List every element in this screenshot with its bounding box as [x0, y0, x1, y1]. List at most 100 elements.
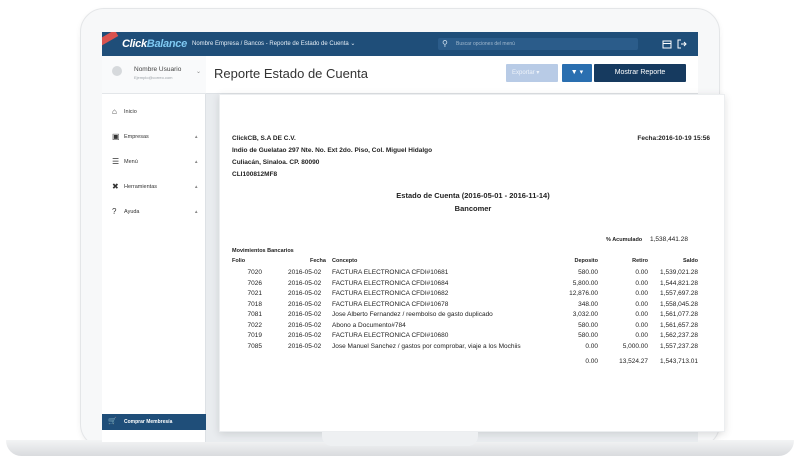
section-title: Movimientos Bancarios	[232, 248, 294, 254]
cell-saldo: 1,562,237.28	[660, 332, 698, 339]
cell-folio: 7085	[247, 342, 262, 350]
report-document: ClickCB, S.A DE C.V. Fecha:2016-10-19 15…	[219, 94, 725, 432]
search-placeholder: Buscar opciones del menú	[456, 41, 515, 47]
cell-deposito: 0.00	[585, 342, 598, 350]
search-icon: ⚲	[442, 39, 448, 48]
company-name: ClickCB, S.A DE C.V.	[232, 135, 296, 142]
chevron-up-icon: ▲	[194, 209, 199, 214]
col-retiro: Retiro	[632, 258, 648, 264]
briefcase-icon: ▣	[112, 132, 120, 141]
col-folio: Folio	[232, 258, 246, 264]
logout-icon[interactable]	[677, 39, 687, 49]
cell-retiro: 0.00	[635, 300, 648, 308]
cell-retiro: 0.00	[635, 279, 648, 287]
cell-deposito: 348.00	[578, 300, 598, 308]
cell-saldo: 1,561,077.28	[660, 311, 698, 318]
bank-name: Bancomer	[454, 204, 492, 213]
tools-icon: ✖	[112, 182, 119, 191]
cell-deposito: 5,800.00	[572, 279, 598, 287]
logo-balance: Balance	[146, 38, 187, 50]
chevron-down-icon[interactable]: ⌄	[196, 68, 201, 75]
cell-saldo: 1,539,021.28	[660, 269, 698, 276]
app-logo[interactable]: ClickBalance	[122, 38, 187, 50]
cell-deposito: 580.00	[578, 321, 598, 329]
cell-fecha: 2016-05-02	[288, 332, 322, 339]
total-retiro: 13,524.27	[619, 358, 648, 365]
sidebar-item-label: Empresas	[124, 134, 149, 140]
report-date: Fecha:2016-10-19 15:56	[637, 135, 710, 142]
cell-retiro: 0.00	[635, 332, 648, 339]
cell-concepto: FACTURA ELECTRONICA CFDI#10678	[332, 300, 449, 308]
cell-retiro: 0.00	[635, 311, 648, 318]
sidebar-item-label: Inicio	[124, 109, 137, 115]
page-header: Reporte Estado de Cuenta Exportar ▾ ▼ ▾ …	[206, 56, 698, 94]
cell-folio: 7022	[247, 321, 262, 329]
sidebar-item-herramientas[interactable]: ✖ Herramientas ▲	[102, 179, 206, 195]
col-concepto: Concepto	[332, 258, 358, 264]
buy-membership-button[interactable]: 🛒 Comprar Membresía	[102, 414, 206, 430]
home-icon: ⌂	[112, 107, 117, 116]
cell-folio: 7081	[247, 311, 262, 318]
help-icon: ?	[112, 207, 117, 216]
menu-icon: ☰	[112, 157, 120, 166]
logo-click: Click	[122, 38, 147, 50]
avatar	[112, 66, 122, 76]
cell-fecha: 2016-05-02	[288, 269, 322, 276]
user-panel[interactable]: Nombre Usuario Ejemplo@correo.com ⌄	[102, 56, 206, 94]
cell-saldo: 1,557,237.28	[660, 342, 698, 350]
cell-deposito: 580.00	[578, 332, 598, 339]
col-deposito: Deposito	[574, 258, 598, 264]
sidebar-item-empresas[interactable]: ▣ Empresas ▲	[102, 129, 206, 145]
user-email: Ejemplo@correo.com	[134, 75, 173, 80]
company-address-2: Culiacán, Sinaloa. CP. 80090	[232, 159, 320, 166]
statement-title: Estado de Cuenta (2016-05-01 - 2016-11-1…	[396, 191, 550, 200]
cell-saldo: 1,558,045.28	[660, 300, 698, 308]
cell-folio: 7021	[247, 290, 262, 297]
sidebar: Nombre Usuario Ejemplo@correo.com ⌄ ⌂ In…	[102, 56, 206, 442]
sidebar-item-label: Ayuda	[124, 209, 140, 215]
total-saldo: 1,543,713.01	[660, 358, 698, 365]
sidebar-item-inicio[interactable]: ⌂ Inicio	[102, 104, 206, 120]
cell-deposito: 580.00	[578, 269, 598, 276]
sidebar-item-menu[interactable]: ☰ Menú ▲	[102, 154, 206, 170]
col-fecha: Fecha	[310, 258, 326, 264]
cell-fecha: 2016-05-02	[288, 311, 322, 318]
cell-concepto: FACTURA ELECTRONICA CFDI#10684	[332, 279, 449, 287]
cell-retiro: 0.00	[635, 321, 648, 329]
buy-membership-label: Comprar Membresía	[124, 419, 173, 425]
user-name: Nombre Usuario	[134, 66, 182, 73]
cell-fecha: 2016-05-02	[288, 300, 322, 308]
cell-concepto: FACTURA ELECTRONICA CFDI#10682	[332, 290, 449, 297]
filter-button[interactable]: ▼ ▾	[562, 64, 592, 82]
total-deposito: 0.00	[585, 358, 598, 365]
acumulado-label: % Acumulado	[606, 237, 643, 243]
cell-folio: 7020	[247, 269, 262, 276]
breadcrumb[interactable]: Nombre Empresa / Bancos - Reporte de Est…	[192, 40, 355, 47]
cell-fecha: 2016-05-02	[288, 279, 322, 287]
search-input[interactable]: ⚲ Buscar opciones del menú	[438, 38, 638, 50]
company-address-1: Indio de Guelatao 297 Nte. No. Ext 2do. …	[232, 147, 433, 154]
cell-concepto: FACTURA ELECTRONICA CFDI#10680	[332, 332, 449, 339]
demo-ribbon	[102, 32, 119, 48]
chevron-up-icon: ▲	[194, 184, 199, 189]
sidebar-item-label: Herramientas	[124, 184, 158, 190]
cell-retiro: 0.00	[635, 269, 648, 276]
cell-fecha: 2016-05-02	[288, 321, 322, 329]
col-saldo: Saldo	[683, 258, 698, 264]
cell-retiro: 5,000.00	[622, 342, 648, 350]
export-button[interactable]: Exportar ▾	[506, 64, 558, 82]
cell-deposito: 3,032.00	[572, 311, 598, 318]
top-navbar: ClickBalance Nombre Empresa / Bancos - R…	[102, 32, 698, 56]
acumulado-value: 1,538,441.28	[650, 236, 688, 243]
cell-concepto: FACTURA ELECTRONICA CFDI#10681	[332, 269, 449, 276]
cell-saldo: 1,557,697.28	[660, 290, 698, 297]
show-report-button[interactable]: Mostrar Reporte	[594, 64, 686, 82]
page-title: Reporte Estado de Cuenta	[214, 66, 368, 81]
cart-icon: 🛒	[108, 418, 117, 425]
sidebar-item-label: Menú	[124, 159, 138, 165]
export-label: Exportar ▾	[512, 70, 540, 76]
cell-folio: 7026	[247, 279, 262, 287]
sidebar-item-ayuda[interactable]: ? Ayuda ▲	[102, 204, 206, 220]
cell-folio: 7019	[247, 332, 262, 339]
calendar-icon[interactable]	[662, 39, 672, 49]
